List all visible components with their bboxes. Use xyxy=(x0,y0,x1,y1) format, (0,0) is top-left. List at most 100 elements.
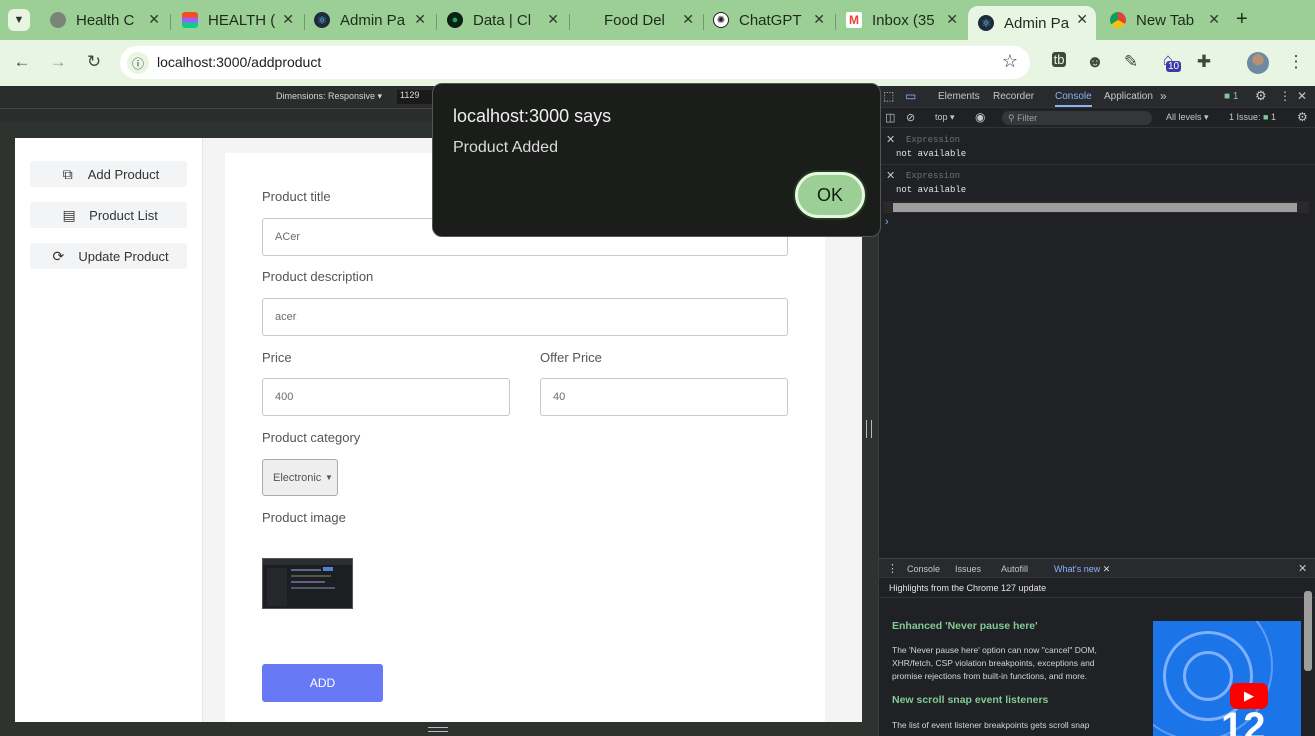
close-devtools-icon[interactable]: ✕ xyxy=(1297,89,1307,103)
close-icon[interactable]: ✕ xyxy=(682,11,694,28)
eye-icon[interactable]: ◉ xyxy=(975,110,985,124)
chevron-down-icon: ▼ xyxy=(325,473,333,482)
article1-title[interactable]: Enhanced 'Never pause here' xyxy=(892,620,1038,632)
product-description-input[interactable]: acer xyxy=(262,298,788,336)
sidebar-item-product-list[interactable]: ▤ Product List xyxy=(30,202,187,228)
tab-chatgpt[interactable]: ✺ ChatGPT ✕ xyxy=(703,6,833,34)
issues-counter[interactable]: 1 Issue: ■ 1 xyxy=(1229,112,1276,122)
puzzle-icon[interactable]: ✚ xyxy=(1192,52,1216,72)
tab-recorder[interactable]: Recorder xyxy=(993,91,1034,102)
react-icon: ⚛ xyxy=(314,12,330,28)
remove-expression-icon[interactable]: ✕ xyxy=(886,133,895,146)
add-product-form: Product title ACer Product description a… xyxy=(225,153,825,722)
extension-home-icon[interactable]: ⌂ 10 xyxy=(1156,50,1182,72)
drawer-tab-whats-new[interactable]: What's new ✕ xyxy=(1054,564,1110,575)
back-icon[interactable]: ← xyxy=(10,52,34,72)
sidebar: ⧉ Add Product ▤ Product List ⟳ Update Pr… xyxy=(15,138,203,722)
sidebar-item-update-product[interactable]: ⟳ Update Product xyxy=(30,243,187,269)
tab-mongodb[interactable]: ● Data | Cl ✕ xyxy=(437,6,567,34)
log-levels-select[interactable]: All levels ▾ xyxy=(1166,112,1209,123)
site-info-icon[interactable]: ⓘ xyxy=(127,52,149,74)
dialog-title: localhost:3000 says xyxy=(453,106,612,126)
bottom-resize-handle[interactable] xyxy=(428,727,448,732)
resize-handle[interactable] xyxy=(866,420,872,438)
tab-food[interactable]: Food Del ✕ xyxy=(570,6,702,34)
figma-icon xyxy=(182,12,198,28)
tab-new[interactable]: New Tab ✕ xyxy=(1100,6,1228,34)
inspect-icon[interactable]: ⬚ xyxy=(883,89,894,103)
dimensions-dropdown[interactable]: Dimensions: Responsive ▾ xyxy=(276,91,382,102)
message-count-badge: ■ 1 xyxy=(1224,91,1239,102)
extension-tb-icon[interactable]: tb xyxy=(1047,52,1071,67)
drawer-tab-issues[interactable]: Issues xyxy=(955,564,981,574)
article2-title[interactable]: New scroll snap event listeners xyxy=(892,694,1048,706)
price-label: Price xyxy=(262,350,292,365)
drawer-tabbar: ⋮ Console Issues Autofill What's new ✕ ✕ xyxy=(879,558,1315,578)
bookmark-star-icon[interactable]: ☆ xyxy=(1002,51,1018,72)
width-input[interactable]: 1129 xyxy=(397,90,433,104)
close-icon[interactable]: ✕ xyxy=(1208,11,1220,28)
device-toggle-icon[interactable]: ▭ xyxy=(905,89,916,103)
console-prompt[interactable]: › xyxy=(885,216,889,228)
close-icon[interactable]: ✕ xyxy=(946,11,958,28)
address-bar[interactable]: ⓘ localhost:3000/addproduct ☆ xyxy=(120,46,1030,79)
article1-body: The 'Never pause here' option can now "c… xyxy=(892,645,1097,681)
pen-icon[interactable]: ✎ xyxy=(1119,52,1143,72)
whats-new-video-thumbnail[interactable]: ▶ 12 xyxy=(1153,621,1301,736)
avatar[interactable] xyxy=(1247,52,1269,74)
settings-gear-icon[interactable]: ⚙ xyxy=(1255,88,1267,104)
console-filter-input[interactable]: ⚲ Filter xyxy=(1002,111,1152,125)
clear-console-icon[interactable]: ⊘ xyxy=(906,111,915,124)
robot-icon[interactable]: ☻ xyxy=(1083,52,1107,72)
new-tab-button[interactable]: + xyxy=(1236,8,1248,31)
tab-elements[interactable]: Elements xyxy=(938,91,980,102)
add-button[interactable]: ADD xyxy=(262,664,383,702)
kebab-menu-icon[interactable]: ⋮ xyxy=(1279,89,1291,103)
tab-console[interactable]: Console xyxy=(1055,91,1092,107)
close-icon[interactable]: ✕ xyxy=(148,11,160,28)
drawer-tab-autofill[interactable]: Autofill xyxy=(1001,564,1028,574)
url-text[interactable]: localhost:3000/addproduct xyxy=(157,54,321,70)
console-toolbar: ◫ ⊘ top ▾ ◉ ⚲ Filter All levels ▾ 1 Issu… xyxy=(879,108,1315,128)
tab-search-button[interactable]: ▼ xyxy=(8,9,30,31)
category-select[interactable]: Electronic ▼ xyxy=(262,459,338,496)
console-settings-icon[interactable]: ⚙ xyxy=(1297,110,1308,124)
devtools-panel: ⬚ ▭ Elements Recorder Console Applicatio… xyxy=(878,86,1315,736)
sidebar-toggle-icon[interactable]: ◫ xyxy=(885,111,895,124)
ok-button[interactable]: OK xyxy=(795,172,865,218)
close-icon[interactable]: ✕ xyxy=(813,11,825,28)
tab-health[interactable]: Health C ✕ xyxy=(40,6,168,34)
product-category-label: Product category xyxy=(262,430,361,445)
price-input[interactable]: 400 xyxy=(262,378,510,416)
sidebar-item-add-product[interactable]: ⧉ Add Product xyxy=(30,161,187,187)
close-drawer-icon[interactable]: ✕ xyxy=(1298,562,1307,575)
close-icon[interactable]: ✕ xyxy=(282,11,294,28)
context-select[interactable]: top ▾ xyxy=(935,112,955,123)
tab-admin-1[interactable]: ⚛ Admin Pa ✕ xyxy=(304,6,434,34)
offer-price-label: Offer Price xyxy=(540,350,602,365)
reload-icon[interactable]: ↻ xyxy=(82,52,106,72)
forward-icon[interactable]: → xyxy=(46,52,70,72)
chatgpt-icon: ✺ xyxy=(713,12,729,28)
tab-figma[interactable]: HEALTH ( ✕ xyxy=(172,6,302,34)
menu-icon[interactable]: ⋮ xyxy=(1284,52,1308,72)
close-icon[interactable]: ✕ xyxy=(414,11,426,28)
product-image-upload[interactable] xyxy=(262,558,353,609)
update-product-icon: ⟳ xyxy=(52,247,65,264)
more-tabs-icon[interactable]: » xyxy=(1160,89,1167,103)
alert-dialog: localhost:3000 says Product Added OK xyxy=(432,83,881,237)
close-icon[interactable]: ✕ xyxy=(1076,11,1088,28)
close-icon[interactable]: ✕ xyxy=(547,11,559,28)
tab-application[interactable]: Application xyxy=(1104,91,1153,102)
drawer-scrollbar[interactable] xyxy=(1304,591,1312,671)
tab-admin-active[interactable]: ⚛ Admin Pa ✕ xyxy=(968,6,1096,40)
drawer-menu-icon[interactable]: ⋮ xyxy=(887,562,898,575)
mongodb-icon: ● xyxy=(447,12,463,28)
offer-price-input[interactable]: 40 xyxy=(540,378,788,416)
close-icon[interactable]: ✕ xyxy=(1103,564,1111,574)
drawer-tab-console[interactable]: Console xyxy=(907,564,940,574)
horizontal-scrollbar[interactable] xyxy=(883,201,1309,213)
remove-expression-icon[interactable]: ✕ xyxy=(886,169,895,182)
tab-gmail[interactable]: M Inbox (35 ✕ xyxy=(836,6,966,34)
whats-new-header-row: Highlights from the Chrome 127 update xyxy=(879,578,1315,598)
